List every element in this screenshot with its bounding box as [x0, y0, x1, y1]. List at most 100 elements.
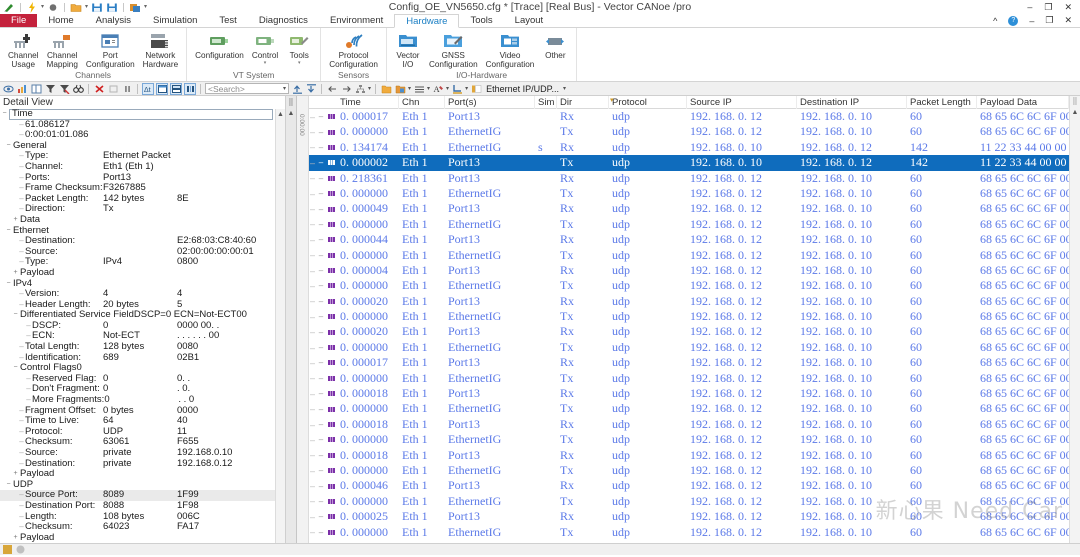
ribbon-tab-environment[interactable]: Environment — [319, 14, 394, 27]
table-row[interactable]: ––0. 000044Eth 1Port13Rxudp192. 168. 0. … — [309, 232, 1069, 247]
table-row[interactable]: ––0. 000000Eth 1EthernetIGTxudp192. 168.… — [309, 371, 1069, 386]
trace-table-header[interactable]: TimeChnPort(s)SimDirProtocolSource IPDes… — [309, 96, 1069, 109]
ribbon-tab-bar[interactable]: FileHomeAnalysisSimulationTestDiagnostic… — [0, 14, 1080, 28]
table-row[interactable]: ––0. 000025Eth 1Port13Rxudp192. 168. 0. … — [309, 509, 1069, 524]
ribbon-button-video-configuration[interactable]: VideoConfiguration — [482, 30, 539, 69]
columns-icon[interactable] — [30, 83, 42, 95]
table-row[interactable]: ––0. 000000Eth 1EthernetIGTxudp192. 168.… — [309, 525, 1069, 540]
expander-icon[interactable]: − — [0, 109, 9, 120]
table-row[interactable]: ––0. 000000Eth 1EthernetIGTxudp192. 168.… — [309, 401, 1069, 416]
ribbon-button-vt-control[interactable]: Control▾ — [248, 30, 282, 66]
doc-minimize-button[interactable]: – — [1029, 16, 1034, 26]
detail-row[interactable]: –Destination Port:80881F98 — [0, 501, 275, 512]
detail-view-scrollbar[interactable]: ▲ — [275, 109, 285, 543]
column-header-dst[interactable]: Destination IP — [797, 96, 907, 109]
row-expander-icon[interactable]: – — [316, 205, 326, 214]
help-icon[interactable]: ? — [1008, 16, 1018, 26]
expander-icon[interactable]: − — [4, 279, 13, 290]
row-expander-icon[interactable]: – — [316, 451, 326, 460]
row-expander-icon[interactable]: – — [316, 266, 326, 275]
arrow-left-icon[interactable] — [326, 83, 338, 95]
chevron-down-icon[interactable]: ▾ — [264, 61, 267, 66]
column-header-dir[interactable]: Dir — [557, 96, 609, 109]
trace-table[interactable]: TimeChnPort(s)SimDirProtocolSource IPDes… — [309, 96, 1069, 543]
row-expander-icon[interactable]: – — [316, 512, 326, 521]
open-folder-icon[interactable] — [70, 2, 82, 13]
ribbon-button-other[interactable]: Other — [538, 30, 572, 61]
doc-close-button[interactable]: ✕ — [1064, 15, 1072, 26]
detail-time-row[interactable]: −Time — [0, 109, 275, 120]
ribbon-button-port-configuration[interactable]: PortConfiguration — [82, 30, 139, 69]
table-row[interactable]: ––0. 000000Eth 1EthernetIGTxudp192. 168.… — [309, 248, 1069, 263]
table-row[interactable]: ––0. 000000Eth 1EthernetIGTxudp192. 168.… — [309, 463, 1069, 478]
column-header-len[interactable]: Packet Length — [907, 96, 977, 109]
minimize-button[interactable]: – — [1027, 2, 1032, 12]
table-row[interactable]: ––0. 000000Eth 1EthernetIGTxudp192. 168.… — [309, 186, 1069, 201]
detail-scroll-up-icon[interactable]: ▲ — [277, 109, 284, 120]
row-expander-icon[interactable]: – — [316, 374, 326, 383]
hierarchy-caret-icon[interactable]: ▾ — [368, 85, 371, 92]
close-button[interactable]: ✕ — [1064, 2, 1072, 13]
folder-options-icon[interactable] — [394, 83, 406, 95]
split-icon[interactable] — [170, 83, 182, 95]
trace-scroll-up-icon[interactable]: ▲ — [1072, 107, 1079, 118]
expander-icon[interactable]: + — [11, 215, 20, 226]
detail-row[interactable]: +Payload — [0, 268, 275, 279]
ribbon-tab-simulation[interactable]: Simulation — [142, 14, 208, 27]
table-row[interactable]: ––0. 000046Eth 1Port13Rxudp192. 168. 0. … — [309, 478, 1069, 493]
font-caret-icon[interactable]: ▾ — [446, 85, 449, 92]
folder-icon[interactable] — [380, 83, 392, 95]
ribbon-button-protocol-configuration[interactable]: ProtocolConfiguration — [325, 30, 382, 69]
active-filter-label[interactable]: Ethernet IP/UDP... — [484, 84, 561, 94]
table-row[interactable]: ––0. 000004Eth 1Port13Rxudp192. 168. 0. … — [309, 263, 1069, 278]
column-header-time[interactable]: Time — [337, 96, 399, 109]
row-expander-icon[interactable]: – — [316, 405, 326, 414]
table-row[interactable]: ––0. 000000Eth 1EthernetIGTxudp192. 168.… — [309, 217, 1069, 232]
chevron-down-icon[interactable]: ▾ — [298, 61, 301, 66]
ribbon-button-channel-usage[interactable]: ChannelUsage — [4, 30, 43, 69]
ribbon-button-vt-tools[interactable]: Tools▾ — [282, 30, 316, 66]
ribbon-tab-file[interactable]: File — [0, 14, 37, 27]
table-row[interactable]: ––0. 000020Eth 1Port13Rxudp192. 168. 0. … — [309, 324, 1069, 339]
detail-row[interactable]: +Payload — [0, 469, 275, 480]
ribbon[interactable]: ChannelUsageChannelMappingPortConfigurat… — [0, 28, 1080, 82]
color-icon[interactable] — [451, 83, 463, 95]
column-header-chn[interactable]: Chn — [399, 96, 445, 109]
jump-down-icon[interactable] — [305, 83, 317, 95]
jump-up-icon[interactable] — [291, 83, 303, 95]
window-controls[interactable]: – ❐ ✕ — [1027, 2, 1080, 13]
pen-icon[interactable] — [3, 2, 15, 13]
table-row[interactable]: ––0. 000049Eth 1Port13Rxudp192. 168. 0. … — [309, 201, 1069, 216]
row-expander-icon[interactable]: – — [316, 528, 326, 537]
search-input[interactable]: <Search> ▾ — [205, 83, 289, 94]
filter-caret-icon[interactable]: ▾ — [563, 85, 566, 92]
column-header-src[interactable]: Source IP — [687, 96, 797, 109]
expander-icon[interactable]: − — [4, 480, 13, 491]
row-expander-icon[interactable]: – — [316, 158, 326, 167]
color-caret-icon[interactable]: ▾ — [465, 85, 468, 92]
legend-icon[interactable] — [470, 83, 482, 95]
table-row[interactable]: ––0. 000018Eth 1Port13Rxudp192. 168. 0. … — [309, 448, 1069, 463]
ribbon-tab-diagnostics[interactable]: Diagnostics — [248, 14, 319, 27]
table-row[interactable]: ––0. 000017Eth 1Port13Rxudp192. 168. 0. … — [309, 355, 1069, 370]
column-header-pay[interactable]: Payload Data — [977, 96, 1069, 109]
row-expander-icon[interactable]: – — [316, 235, 326, 244]
qat-caret-1[interactable]: ▾ — [41, 2, 44, 13]
expander-icon[interactable]: − — [11, 310, 20, 321]
table-row[interactable]: ––0. 000000Eth 1EthernetIGTxudp192. 168.… — [309, 432, 1069, 447]
qat-caret-3[interactable]: ▾ — [144, 2, 147, 13]
row-expander-icon[interactable]: – — [316, 312, 326, 321]
row-expander-icon[interactable]: – — [316, 297, 326, 306]
lightning-icon[interactable] — [26, 2, 38, 13]
funnel-icon[interactable] — [44, 83, 56, 95]
row-expander-icon[interactable]: – — [316, 143, 326, 152]
row-expander-icon[interactable]: – — [316, 251, 326, 260]
pause-icon[interactable] — [121, 83, 133, 95]
row-expander-icon[interactable]: – — [316, 466, 326, 475]
trace-toolbar[interactable]: Δt <Search> ▾ ▾ ▾ ▾ A ▾ ▾ Ethernet IP/UD… — [0, 82, 1080, 96]
dot-icon[interactable] — [47, 2, 59, 13]
table-row[interactable]: ––0. 000000Eth 1EthernetIGTxudp192. 168.… — [309, 309, 1069, 324]
detail-row[interactable]: –Channel:Eth1 (Eth 1) — [0, 162, 275, 173]
row-expander-icon[interactable]: – — [316, 281, 326, 290]
row-expander-icon[interactable]: – — [316, 174, 326, 183]
